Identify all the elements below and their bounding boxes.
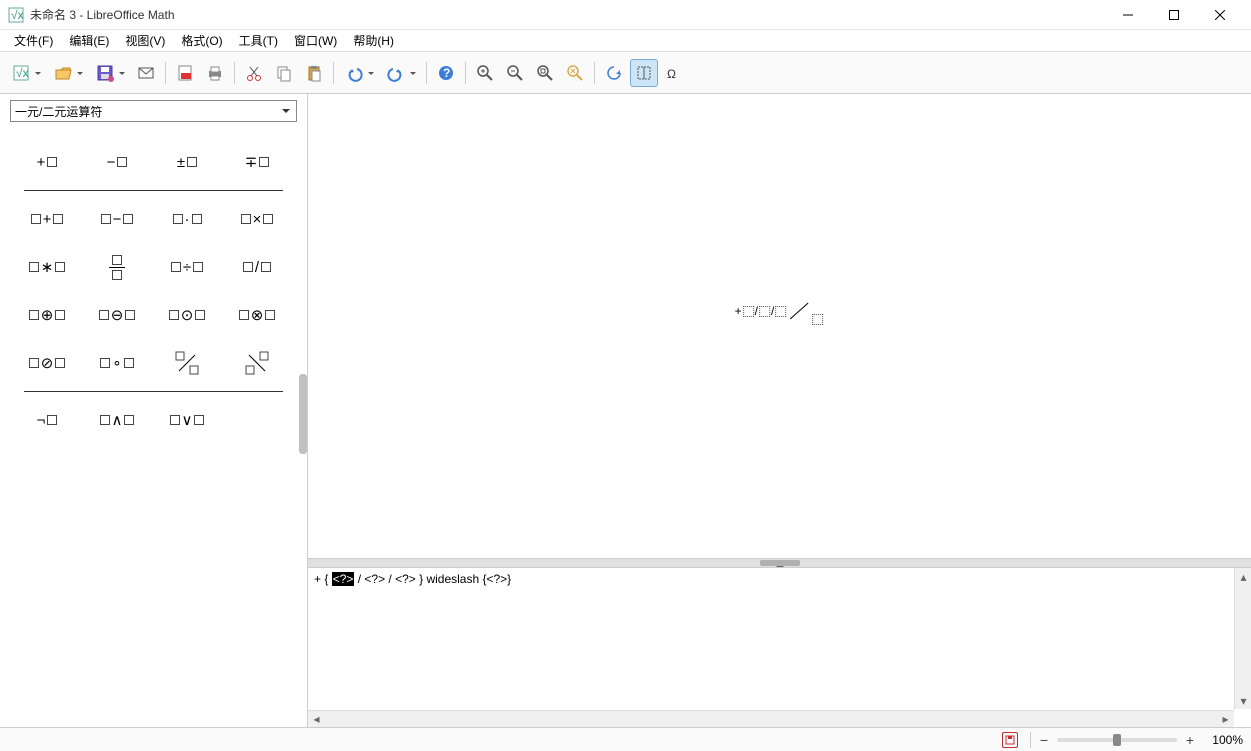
scroll-down-icon[interactable]: ▾ xyxy=(1235,692,1251,709)
content-area: 一元/二元运算符 + − ± ∓ + − · × ∗ ÷ / xyxy=(0,94,1251,727)
menu-tools[interactable]: 工具(T) xyxy=(231,30,286,51)
special-char-button[interactable]: Ω xyxy=(660,59,688,87)
toolbar-separator xyxy=(165,62,166,84)
editor-vscrollbar[interactable]: ▴ ▾ xyxy=(1234,568,1251,709)
copy-button[interactable] xyxy=(270,59,298,87)
category-dropdown[interactable]: 一元/二元运算符 xyxy=(10,100,297,122)
menu-edit[interactable]: 编辑(E) xyxy=(61,30,117,51)
refresh-button[interactable] xyxy=(600,59,628,87)
category-label: 一元/二元运算符 xyxy=(15,103,102,120)
print-button[interactable] xyxy=(201,59,229,87)
group-divider xyxy=(24,190,283,191)
scroll-left-icon[interactable]: ◂ xyxy=(308,711,325,728)
zoom-in-button[interactable] xyxy=(471,59,499,87)
toolbar-separator xyxy=(465,62,466,84)
op-minus[interactable]: − xyxy=(82,211,152,228)
toolbar-separator xyxy=(594,62,595,84)
zoom-page-button[interactable] xyxy=(531,59,559,87)
op-times[interactable]: × xyxy=(222,211,292,228)
window-title: 未命名 3 - LibreOffice Math xyxy=(30,6,1105,23)
zoom-optimal-button[interactable] xyxy=(561,59,589,87)
app-icon: √x xyxy=(8,7,24,23)
scroll-right-icon[interactable]: ▸ xyxy=(1217,711,1234,728)
redo-button[interactable] xyxy=(381,59,421,87)
group-divider xyxy=(24,391,283,392)
editor-hscrollbar[interactable]: ◂ ▸ xyxy=(308,710,1234,727)
editor-prefix: + { xyxy=(314,572,332,586)
formula-preview[interactable]: +// xyxy=(308,94,1251,559)
op-wideslash[interactable] xyxy=(152,349,222,377)
scroll-up-icon[interactable]: ▴ xyxy=(1235,568,1251,585)
op-slash[interactable]: / xyxy=(222,259,292,276)
zoom-percent[interactable]: 100% xyxy=(1203,733,1243,747)
window-controls xyxy=(1105,0,1243,30)
help-button[interactable]: ? xyxy=(432,59,460,87)
menu-format[interactable]: 格式(O) xyxy=(173,30,230,51)
op-or[interactable]: ∨ xyxy=(152,411,222,429)
zoom-slider[interactable] xyxy=(1057,738,1177,742)
status-divider xyxy=(1030,732,1031,748)
op-minus-unary[interactable]: − xyxy=(82,154,152,171)
svg-text:√x: √x xyxy=(11,8,24,22)
statusbar: − + 100% xyxy=(0,727,1251,751)
elements-sidebar: 一元/二元运算符 + − ± ∓ + − · × ∗ ÷ / xyxy=(0,94,308,727)
svg-text:?: ? xyxy=(443,66,450,80)
save-button[interactable] xyxy=(90,59,130,87)
menu-help[interactable]: 帮助(H) xyxy=(345,30,402,51)
op-plus[interactable]: + xyxy=(12,211,82,228)
mail-button[interactable] xyxy=(132,59,160,87)
sidebar-scrollbar[interactable] xyxy=(299,374,307,454)
export-pdf-button[interactable] xyxy=(171,59,199,87)
operator-grid: + − ± ∓ + − · × ∗ ÷ / ⊕ ⊖ ⊙ xyxy=(0,128,307,454)
op-cdot[interactable]: · xyxy=(152,211,222,228)
cut-button[interactable] xyxy=(240,59,268,87)
op-neg[interactable]: ¬ xyxy=(12,412,82,429)
op-oplus[interactable]: ⊕ xyxy=(12,306,82,324)
formula-cursor-button[interactable] xyxy=(630,59,658,87)
op-odot[interactable]: ⊙ xyxy=(152,306,222,324)
op-plusminus-unary[interactable]: ± xyxy=(152,154,222,171)
new-button[interactable]: √x xyxy=(6,59,46,87)
op-and[interactable]: ∧ xyxy=(82,411,152,429)
toolbar-separator xyxy=(234,62,235,84)
menu-file[interactable]: 文件(F) xyxy=(6,30,61,51)
op-circ[interactable]: ∘ xyxy=(82,354,152,372)
titlebar: √x 未命名 3 - LibreOffice Math xyxy=(0,0,1251,30)
op-widebslash[interactable] xyxy=(222,349,292,377)
op-frac[interactable] xyxy=(82,255,152,280)
svg-text:Ω: Ω xyxy=(667,67,676,81)
op-ast[interactable]: ∗ xyxy=(12,258,82,276)
toolbar-separator xyxy=(333,62,334,84)
main-area: +// + { <?> / <?> / <?> } wideslash {<?>… xyxy=(308,94,1251,727)
minimize-button[interactable] xyxy=(1105,0,1151,30)
zoom-out-button[interactable] xyxy=(501,59,529,87)
op-otimes[interactable]: ⊗ xyxy=(222,306,292,324)
op-minusplus-unary[interactable]: ∓ xyxy=(222,153,292,171)
zoom-controls: − + 100% xyxy=(1037,732,1243,748)
toolbar: √x ? Ω xyxy=(0,52,1251,94)
svg-text:√x: √x xyxy=(16,66,29,80)
splitter[interactable] xyxy=(308,559,1251,567)
op-div[interactable]: ÷ xyxy=(152,259,222,276)
menu-window[interactable]: 窗口(W) xyxy=(286,30,345,51)
editor-suffix: / <?> / <?> } wideslash {<?>} xyxy=(354,572,511,586)
paste-button[interactable] xyxy=(300,59,328,87)
save-status-icon[interactable] xyxy=(1002,732,1018,748)
open-button[interactable] xyxy=(48,59,88,87)
editor-selection: <?> xyxy=(332,572,355,586)
zoom-plus-button[interactable]: + xyxy=(1183,732,1197,748)
menu-view[interactable]: 视图(V) xyxy=(117,30,173,51)
menubar: 文件(F) 编辑(E) 视图(V) 格式(O) 工具(T) 窗口(W) 帮助(H… xyxy=(0,30,1251,52)
op-ominus[interactable]: ⊖ xyxy=(82,306,152,324)
close-button[interactable] xyxy=(1197,0,1243,30)
zoom-minus-button[interactable]: − xyxy=(1037,732,1051,748)
command-editor[interactable]: + { <?> / <?> / <?> } wideslash {<?>} ▴ … xyxy=(308,567,1251,727)
rendered-formula: +// xyxy=(735,299,825,323)
maximize-button[interactable] xyxy=(1151,0,1197,30)
toolbar-separator xyxy=(426,62,427,84)
undo-button[interactable] xyxy=(339,59,379,87)
op-plus-unary[interactable]: + xyxy=(12,154,82,171)
op-oslash[interactable]: ⊘ xyxy=(12,354,82,372)
